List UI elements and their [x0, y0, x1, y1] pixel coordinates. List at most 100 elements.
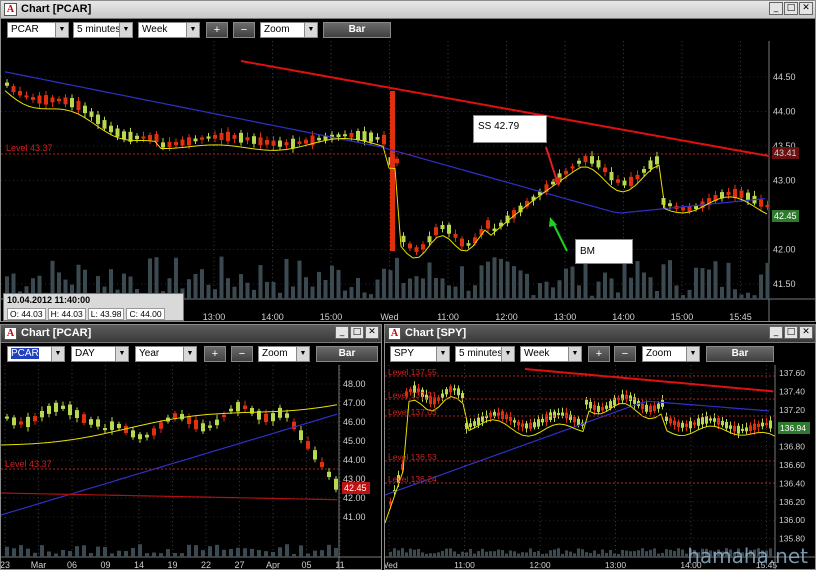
chevron-down-icon[interactable]: ▼	[183, 347, 196, 361]
y-tick-label: 136.60	[779, 460, 805, 470]
candle-body	[96, 419, 100, 427]
chevron-down-icon[interactable]: ▼	[501, 347, 514, 361]
candle-body	[589, 401, 592, 409]
chevron-down-icon[interactable]: ▼	[568, 347, 581, 361]
volume-bar	[617, 553, 620, 557]
candle-body	[239, 132, 243, 143]
maximize-icon[interactable]: □	[784, 326, 798, 339]
bar-type-button[interactable]: Bar	[316, 346, 378, 362]
candle-body	[648, 160, 653, 169]
volume-bar	[393, 548, 396, 557]
ohlc-info-box: 10.04.2012 11:40:00 O: 44.03 H: 44.03 L:…	[3, 293, 184, 321]
left-titlebar[interactable]: A Chart [PCAR] _ □ ✕	[1, 325, 381, 343]
candle-body	[213, 134, 217, 139]
candle-body	[489, 412, 492, 418]
candle-body	[726, 191, 731, 195]
close-icon[interactable]: ✕	[799, 2, 813, 15]
right-plot-area[interactable]: 137.60137.40137.20137.00136.80136.60136.…	[385, 365, 815, 569]
close-icon[interactable]: ✕	[365, 326, 379, 339]
zoom-in-button[interactable]: +	[204, 346, 226, 362]
volume-bar	[327, 544, 331, 557]
candle-body	[264, 413, 268, 422]
candle-body	[689, 421, 692, 429]
interval-select[interactable]: DAY ▼	[71, 346, 129, 362]
symbol-select[interactable]: PCAR ▼	[7, 22, 69, 38]
zoom-out-button[interactable]: −	[233, 22, 255, 38]
range-select[interactable]: Week ▼	[520, 346, 582, 362]
candle-body	[583, 156, 588, 163]
volume-bar	[629, 551, 632, 557]
left-plot-area[interactable]: 48.00 47.00 46.00 45.00 44.00 43.00 42.00 41.00…	[1, 365, 381, 570]
minimize-icon[interactable]: _	[335, 326, 349, 339]
y-tick-label: 136.40	[779, 478, 805, 488]
minimize-icon[interactable]: _	[769, 326, 783, 339]
minimize-icon[interactable]: _	[769, 2, 783, 15]
bar-type-button[interactable]: Bar	[706, 346, 774, 362]
zoom-select[interactable]: Zoom ▼	[258, 346, 310, 362]
candle-body	[461, 393, 464, 399]
chevron-down-icon[interactable]: ▼	[55, 23, 68, 37]
volume-bar	[759, 274, 763, 299]
volume-bar	[481, 548, 484, 557]
candle-body	[369, 132, 373, 142]
candle-body	[685, 423, 688, 428]
candle-body	[291, 138, 295, 149]
zoom-select[interactable]: Zoom ▼	[642, 346, 700, 362]
zoom-out-button[interactable]: −	[614, 346, 636, 362]
y-tick-label: 42.00	[773, 245, 796, 255]
maximize-icon[interactable]: □	[784, 2, 798, 15]
candle-body	[63, 97, 68, 105]
chevron-down-icon[interactable]: ▼	[686, 347, 699, 361]
zoom-in-button[interactable]: +	[206, 22, 228, 38]
right-titlebar[interactable]: A Chart [SPY] _ □ ✕	[385, 325, 815, 343]
candle-body	[299, 430, 303, 441]
zoom-select[interactable]: Zoom ▼	[260, 22, 318, 38]
symbol-select[interactable]: SPY ▼	[390, 346, 450, 362]
y-tick-label: 42.00	[343, 493, 366, 503]
volume-bar	[40, 545, 44, 557]
symbol-select[interactable]: PCAR ▼	[7, 346, 65, 362]
volume-bar	[193, 273, 198, 299]
zoom-out-button[interactable]: −	[231, 346, 253, 362]
volume-bar	[375, 279, 380, 299]
candle-body	[725, 421, 728, 429]
interval-select[interactable]: 5 minutes ▼	[455, 346, 515, 362]
volume-bar	[226, 278, 230, 299]
volume-bar	[564, 268, 568, 299]
range-select[interactable]: Week ▼	[138, 22, 200, 38]
candle-body	[219, 132, 224, 140]
chevron-down-icon[interactable]: ▼	[51, 347, 64, 361]
maximize-icon[interactable]: □	[350, 326, 364, 339]
chevron-down-icon[interactable]: ▼	[296, 347, 309, 361]
main-price-chart: 44.5044.0043.5043.0042.5042.0041.5013:00…	[1, 41, 815, 321]
candle-body	[737, 425, 740, 434]
main-titlebar[interactable]: A Chart [PCAR] _ □ ✕	[1, 1, 815, 19]
left-chart-window: A Chart [PCAR] _ □ ✕ PCAR ▼ DAY ▼ Year ▼ + …	[0, 324, 382, 570]
candle-body	[673, 420, 676, 426]
chevron-down-icon[interactable]: ▼	[436, 347, 449, 361]
x-tick-label: 22	[201, 560, 211, 570]
volume-bar	[441, 550, 444, 557]
chevron-down-icon[interactable]: ▼	[119, 23, 132, 37]
candle-body	[633, 397, 636, 404]
chevron-down-icon[interactable]: ▼	[186, 23, 199, 37]
range-value: Week	[524, 348, 550, 359]
volume-bar	[278, 547, 282, 557]
interval-value: 5 minutes	[459, 348, 503, 359]
interval-select[interactable]: 5 minutes ▼	[73, 22, 133, 38]
volume-bar	[505, 261, 510, 299]
candle-body	[252, 136, 256, 144]
chevron-down-icon[interactable]: ▼	[304, 23, 317, 37]
close-icon[interactable]: ✕	[799, 326, 813, 339]
x-tick-label: 23	[1, 560, 10, 570]
candle-body	[83, 105, 87, 114]
candle-body	[513, 420, 516, 423]
volume-bar	[518, 270, 523, 299]
bar-type-button[interactable]: Bar	[323, 22, 391, 38]
range-select[interactable]: Year ▼	[135, 346, 197, 362]
chevron-down-icon[interactable]: ▼	[115, 347, 128, 361]
candle-body	[33, 416, 37, 422]
main-plot-area[interactable]: 44.5044.0043.5043.0042.5042.0041.5013:00…	[1, 41, 815, 321]
zoom-in-button[interactable]: +	[588, 346, 610, 362]
volume-bar	[661, 264, 666, 299]
